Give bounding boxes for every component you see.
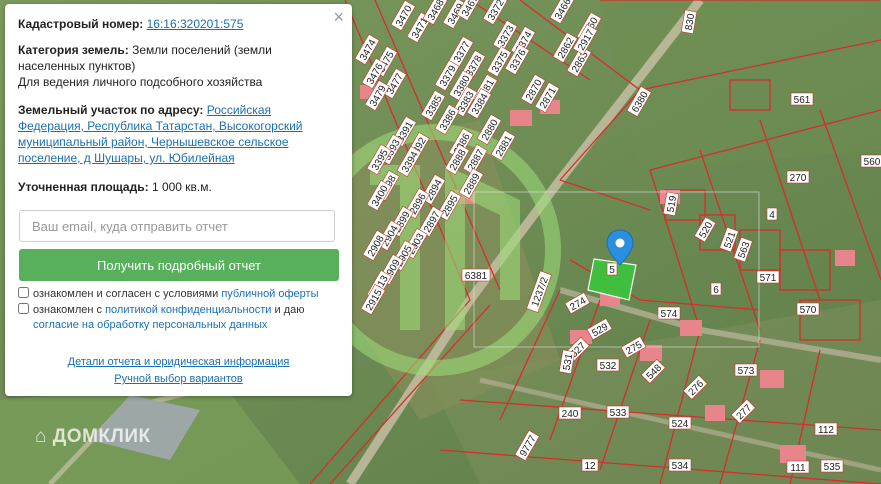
parcel-label-text: 270 xyxy=(790,173,807,184)
get-report-button[interactable]: Получить подробный отчет xyxy=(19,249,339,281)
parcel-label-text: 571 xyxy=(760,273,777,284)
category-row: Категория земель: Земли поселений (земли… xyxy=(18,42,338,90)
category-label: Категория земель: xyxy=(18,43,129,57)
privacy-policy-link[interactable]: политикой конфиденциальности xyxy=(105,304,271,316)
parcel-label-text: 524 xyxy=(672,419,689,430)
parcel-label-text: 570 xyxy=(800,305,817,316)
parcel-label-571[interactable]: 571 xyxy=(756,270,780,284)
land-use-value: Для ведения личного подсобного хозяйства xyxy=(18,75,263,89)
parcel-label-text: 6381 xyxy=(465,271,488,282)
email-input[interactable] xyxy=(19,210,335,242)
parcel-label-text: 561 xyxy=(794,95,811,106)
manual-link-row: Ручной выбор вариантов xyxy=(5,373,352,385)
parcel-label-112[interactable]: 112 xyxy=(814,422,838,436)
parcel-info-popup: × Кадастровый номер: 16:16:320201:575 Ка… xyxy=(5,4,352,396)
parcel-label-text: 111 xyxy=(790,463,806,474)
parcel-label-text: 534 xyxy=(672,461,689,472)
parcel-label-text: 12 xyxy=(584,461,596,472)
parcel-label-text: 574 xyxy=(661,309,678,320)
watermark-text: ДОМКЛИК xyxy=(52,426,151,447)
parcel-label-524[interactable]: 524 xyxy=(668,416,692,430)
public-offer-link[interactable]: публичной оферты xyxy=(221,288,318,300)
parcel-label-12[interactable]: 12 xyxy=(581,458,599,472)
privacy-consent-text: ознакомлен с xyxy=(33,304,106,316)
offer-consent-text: ознакомлен и согласен с условиями xyxy=(33,288,222,300)
parcel-label-text: 532 xyxy=(600,361,617,372)
parcel-label-240[interactable]: 240 xyxy=(558,406,582,420)
area-label: Уточненная площадь: xyxy=(18,180,149,194)
cadastral-number-link[interactable]: 16:16:320201:575 xyxy=(147,17,244,31)
cadastral-label: Кадастровый номер: xyxy=(18,17,144,31)
parcel-label-532[interactable]: 532 xyxy=(596,358,620,372)
privacy-consent-row: ознакомлен с политикой конфиденциальност… xyxy=(18,303,304,333)
parcel-label-6[interactable]: 6 xyxy=(710,282,722,296)
parcel-label-text: 240 xyxy=(562,409,579,420)
parcel-label-text: 5 xyxy=(609,265,615,276)
parcel-label-570[interactable]: 570 xyxy=(796,302,820,316)
parcel-label-6381[interactable]: 6381 xyxy=(461,268,491,282)
offer-consent-checkbox[interactable] xyxy=(18,287,29,298)
parcel-label-573[interactable]: 573 xyxy=(734,363,758,377)
parcel-label-text: 560 xyxy=(864,157,881,168)
parcel-label-text: 112 xyxy=(818,425,834,436)
parcel-label-561[interactable]: 561 xyxy=(790,92,814,106)
address-label: Земельный участок по адресу: xyxy=(18,103,204,117)
parcel-label-text: 533 xyxy=(610,408,627,419)
parcel-label-270[interactable]: 270 xyxy=(786,170,810,184)
offer-consent-row: ознакомлен и согласен с условиями публич… xyxy=(18,287,319,302)
parcel-label-574[interactable]: 574 xyxy=(657,306,681,320)
parcel-label-535[interactable]: 535 xyxy=(820,459,844,473)
parcel-label-5[interactable]: 5 xyxy=(606,262,618,276)
area-value: 1 000 кв.м. xyxy=(151,180,212,194)
cadastral-row: Кадастровый номер: 16:16:320201:575 xyxy=(18,16,338,32)
parcel-label-534[interactable]: 534 xyxy=(668,458,692,472)
domclick-watermark: ⌂ ДОМКЛИК xyxy=(35,426,151,447)
report-details-link[interactable]: Детали отчета и юридическая информация xyxy=(68,356,290,368)
manual-selection-link[interactable]: Ручной выбор вариантов xyxy=(114,373,242,385)
privacy-consent-checkbox[interactable] xyxy=(18,303,29,314)
details-link-row: Детали отчета и юридическая информация xyxy=(5,356,352,368)
parcel-label-4[interactable]: 4 xyxy=(766,207,778,221)
parcel-label-text: 4 xyxy=(769,210,775,221)
area-row: Уточненная площадь: 1 000 кв.м. xyxy=(18,179,338,195)
parcel-label-text: 535 xyxy=(824,462,841,473)
privacy-consent-text-2: и даю xyxy=(271,304,305,316)
parcel-label-533[interactable]: 533 xyxy=(606,405,630,419)
parcel-label-560[interactable]: 560 xyxy=(860,154,881,168)
parcel-label-text: 573 xyxy=(738,366,755,377)
address-row: Земельный участок по адресу: Российская … xyxy=(18,102,338,166)
parcel-label-text: 6 xyxy=(713,285,719,296)
personal-data-consent-link[interactable]: согласие на обработку персональных данны… xyxy=(33,319,267,331)
parcel-label-111[interactable]: 111 xyxy=(786,460,810,474)
